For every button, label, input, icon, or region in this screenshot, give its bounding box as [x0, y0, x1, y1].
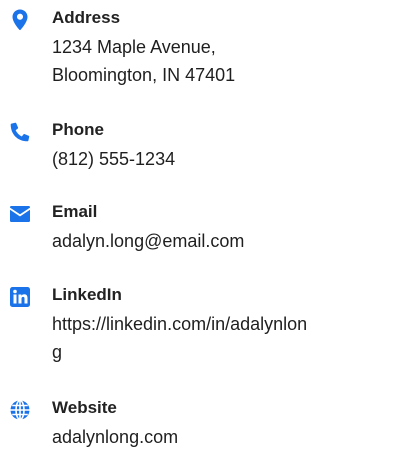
linkedin-label: LinkedIn [52, 285, 122, 304]
address-value: 1234 Maple Avenue, Bloomington, IN 47401 [52, 33, 352, 89]
linkedin-value[interactable]: https://linkedin.com/in/adalynlon g [52, 310, 352, 366]
website-label: Website [52, 398, 117, 417]
address-label: Address [52, 8, 121, 27]
address-line-1: 1234 Maple Avenue, [52, 37, 216, 57]
contact-info-panel: Address 1234 Maple Avenue, Bloomington, … [0, 0, 411, 453]
phone-icon [8, 120, 32, 144]
phone-value[interactable]: (812) 555-1234 [52, 145, 352, 173]
address-line-2: Bloomington, IN 47401 [52, 65, 236, 85]
linkedin-url-line-1[interactable]: https://linkedin.com/in/adalynlon [52, 310, 352, 338]
phone-number[interactable]: (812) 555-1234 [52, 145, 352, 173]
website-url[interactable]: adalynlong.com [52, 423, 352, 451]
envelope-icon [8, 202, 32, 226]
email-label: Email [52, 202, 98, 221]
location-pin-icon [8, 8, 32, 32]
email-address[interactable]: adalyn.long@email.com [52, 227, 352, 255]
email-value[interactable]: adalyn.long@email.com [52, 227, 352, 255]
globe-icon [8, 398, 32, 422]
linkedin-icon [8, 285, 32, 309]
website-value[interactable]: adalynlong.com [52, 423, 352, 451]
linkedin-url-line-2[interactable]: g [52, 338, 352, 366]
phone-label: Phone [52, 120, 104, 139]
